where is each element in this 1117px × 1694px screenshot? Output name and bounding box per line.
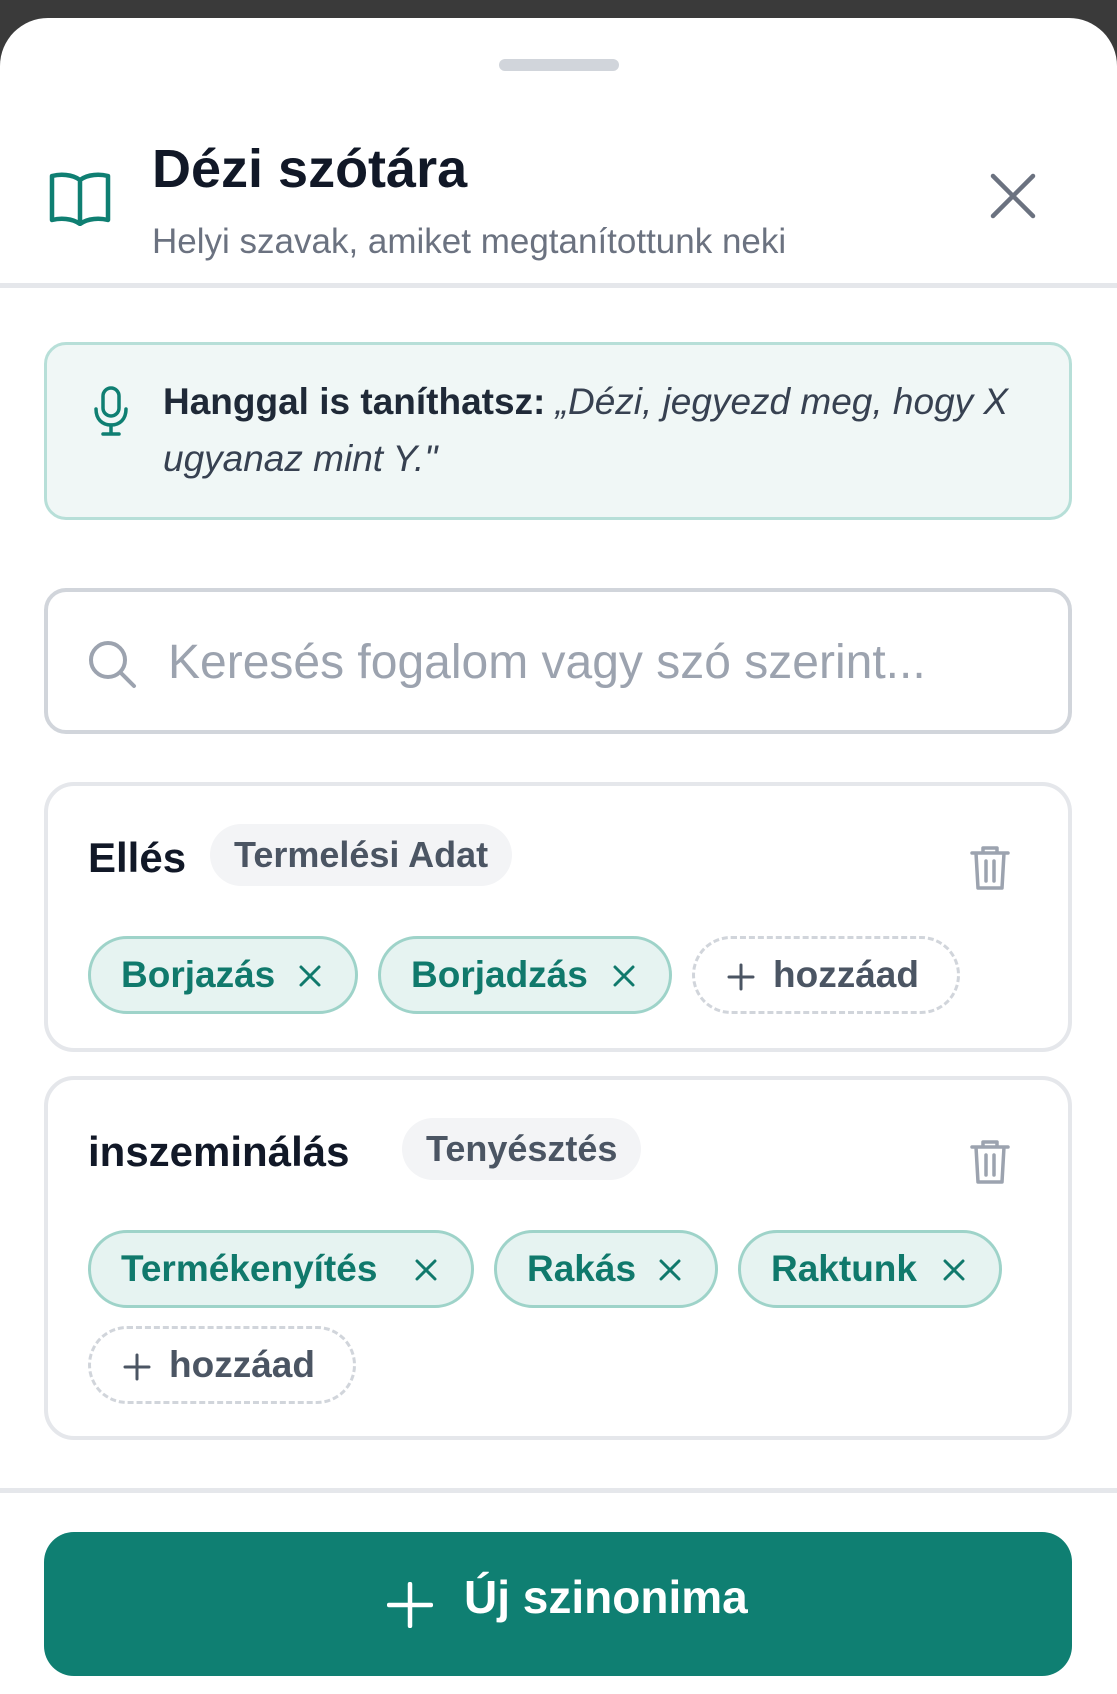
book-icon <box>49 172 111 226</box>
microphone-icon <box>94 386 128 436</box>
new-synonym-label: Új szinonima <box>464 1571 748 1623</box>
plus-icon <box>727 963 755 991</box>
category-badge: Termelési Adat <box>210 824 513 886</box>
remove-icon[interactable] <box>657 1257 683 1283</box>
term-title: inszeminálás <box>88 1128 350 1175</box>
new-synonym-button[interactable]: Új szinonima <box>44 1532 1072 1676</box>
plus-icon <box>387 1582 433 1628</box>
sheet-grabber[interactable] <box>499 59 619 71</box>
page-subtitle: Helyi szavak, amiket megtanítottunk neki <box>152 222 787 261</box>
synonym-card: inszeminálás Tenyésztés Termékenyítés Ra… <box>44 1076 1072 1440</box>
term-title: Ellés <box>88 834 187 881</box>
synonym-chip: Termékenyítés <box>88 1230 474 1308</box>
synonym-chip: Raktunk <box>738 1230 1002 1308</box>
synonym-chip: Rakás <box>494 1230 718 1308</box>
add-synonym-button[interactable]: hozzáad <box>692 936 960 1014</box>
synonym-label: Raktunk <box>771 1248 917 1289</box>
voice-tip-banner: Hanggal is taníthatsz: „Dézi, jegyezd me… <box>44 342 1072 520</box>
voice-tip-text: Hanggal is taníthatsz: „Dézi, jegyezd me… <box>163 373 1043 487</box>
sheet-header: Dézi szótára Helyi szavak, amiket megtan… <box>0 118 1117 288</box>
search-box[interactable] <box>44 588 1072 734</box>
remove-icon[interactable] <box>297 963 323 989</box>
bottom-sheet: Dézi szótára Helyi szavak, amiket megtan… <box>0 18 1117 1694</box>
plus-icon <box>123 1353 151 1381</box>
remove-icon[interactable] <box>413 1257 439 1283</box>
page-title: Dézi szótára <box>152 139 468 199</box>
trash-icon[interactable] <box>968 844 1012 892</box>
footer-divider <box>0 1488 1117 1493</box>
synonym-label: Borjazás <box>121 954 276 995</box>
synonym-chip: Borjadzás <box>378 936 672 1014</box>
search-icon <box>89 641 136 688</box>
trash-icon[interactable] <box>968 1138 1012 1186</box>
remove-icon[interactable] <box>941 1257 967 1283</box>
search-input[interactable] <box>168 612 1048 712</box>
synonym-label: Borjadzás <box>411 954 588 995</box>
remove-icon[interactable] <box>611 963 637 989</box>
synonym-card: Ellés Termelési Adat Borjazás Borjadzás … <box>44 782 1072 1052</box>
category-badge: Tenyésztés <box>402 1118 642 1180</box>
synonym-label: Termékenyítés <box>121 1248 378 1289</box>
add-synonym-button[interactable]: hozzáad <box>88 1326 356 1404</box>
add-synonym-label: hozzáad <box>773 954 919 995</box>
synonym-label: Rakás <box>527 1248 637 1289</box>
synonym-chip: Borjazás <box>88 936 358 1014</box>
voice-tip-label: Hanggal is taníthatsz: <box>163 381 546 422</box>
add-synonym-label: hozzáad <box>169 1344 315 1385</box>
close-icon[interactable] <box>985 168 1041 224</box>
